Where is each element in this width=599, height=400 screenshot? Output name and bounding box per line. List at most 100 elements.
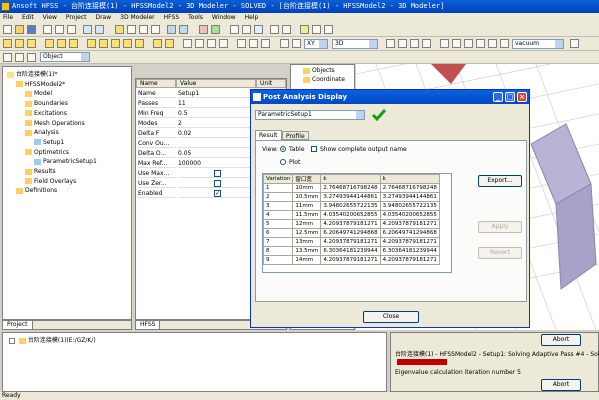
- select-face-icon[interactable]: [27, 53, 36, 62]
- open-icon[interactable]: [15, 25, 24, 34]
- abort-button[interactable]: Abort: [541, 379, 581, 391]
- tree-coordinate[interactable]: Coordinate: [303, 75, 345, 84]
- dimension-combo[interactable]: 3D: [332, 39, 378, 49]
- menu-edit[interactable]: Edit: [22, 13, 34, 23]
- split-icon[interactable]: [219, 39, 228, 48]
- project-tree-item[interactable]: Boundaries: [25, 99, 68, 108]
- undo-icon[interactable]: [83, 25, 92, 34]
- project-tree-item[interactable]: Model: [25, 89, 52, 98]
- show-icon[interactable]: [488, 39, 497, 48]
- abort-button-top[interactable]: Abort: [541, 334, 581, 346]
- project-tree-item[interactable]: Analysis: [25, 128, 59, 137]
- object-combo[interactable]: Object: [40, 52, 90, 62]
- close-icon[interactable]: ×: [517, 92, 527, 102]
- analyze-icon[interactable]: [211, 25, 220, 34]
- validate-icon[interactable]: [199, 25, 208, 34]
- pan-icon[interactable]: [127, 25, 136, 34]
- helix-icon[interactable]: [153, 39, 162, 48]
- project-tree-item[interactable]: Definitions: [16, 186, 57, 195]
- table-row[interactable]: 1 10mm 2.76468716798248 2.76468716798248: [263, 183, 440, 193]
- coordinate-system-icon[interactable]: [237, 39, 246, 48]
- new-icon[interactable]: [3, 25, 12, 34]
- checkmark-icon[interactable]: [371, 108, 387, 122]
- color-icon[interactable]: [500, 39, 509, 48]
- measure-icon[interactable]: [312, 25, 321, 34]
- maximize-icon[interactable]: □: [505, 92, 515, 102]
- property-checkbox[interactable]: [214, 170, 221, 177]
- project-tree-item[interactable]: ParametricSetup1: [34, 157, 97, 166]
- table-row[interactable]: 6 12.5mm 6.20649741294868 6.20649741294868: [263, 228, 440, 238]
- copy-icon[interactable]: [55, 25, 64, 34]
- property-value[interactable]: 11: [178, 99, 254, 108]
- property-value[interactable]: [178, 139, 254, 148]
- select-icon[interactable]: [115, 25, 124, 34]
- property-value[interactable]: 0.02: [178, 129, 254, 138]
- plot-icon[interactable]: [282, 25, 291, 34]
- cut-icon[interactable]: [43, 25, 52, 34]
- show-complete-checkbox[interactable]: [311, 146, 317, 152]
- plane-combo[interactable]: XY: [304, 39, 328, 49]
- rotate-icon[interactable]: [139, 25, 148, 34]
- material-combo[interactable]: vacuum: [512, 39, 564, 49]
- spline-icon[interactable]: [15, 39, 24, 48]
- table-row[interactable]: 9 14mm 4.20937879181271 4.20937879181271: [263, 255, 440, 265]
- wireframe-icon[interactable]: [440, 39, 449, 48]
- table-row[interactable]: 4 11.5mm 4.03540200652855 4.03540200652855: [263, 210, 440, 220]
- sweep-icon[interactable]: [165, 39, 174, 48]
- grid-icon[interactable]: [230, 25, 239, 34]
- menu-project[interactable]: Project: [66, 13, 87, 23]
- tab-hfss[interactable]: HFSS: [136, 321, 161, 329]
- line-icon[interactable]: [3, 39, 12, 48]
- property-value[interactable]: 2: [178, 119, 254, 128]
- view-side-icon[interactable]: [410, 39, 419, 48]
- arc-icon[interactable]: [27, 39, 36, 48]
- snap-icon[interactable]: [242, 25, 251, 34]
- menu-help[interactable]: Help: [245, 13, 259, 23]
- polygon-icon[interactable]: [69, 39, 78, 48]
- select-all-icon[interactable]: [15, 53, 24, 62]
- menu-view[interactable]: View: [43, 13, 57, 23]
- table-row[interactable]: 5 12mm 4.20937879181271 4.20937879181271: [263, 219, 440, 229]
- shaded-icon[interactable]: [452, 39, 461, 48]
- relative-cs-icon[interactable]: [261, 39, 270, 48]
- cylinder-icon[interactable]: [99, 39, 108, 48]
- tab-profile[interactable]: Profile: [282, 131, 309, 140]
- property-value[interactable]: Setup1: [178, 89, 254, 98]
- project-tree-item[interactable]: Excitations: [25, 109, 67, 118]
- view-top-icon[interactable]: [398, 39, 407, 48]
- table-row[interactable]: 7 13mm 4.20937879181271 4.20937879181271: [263, 237, 440, 247]
- fit-selected-icon[interactable]: [179, 25, 188, 34]
- property-value[interactable]: 0.5: [178, 109, 254, 118]
- project-tree-item[interactable]: Optimetrics: [25, 148, 69, 157]
- menu-3d-modeler[interactable]: 3D Modeler: [120, 13, 155, 23]
- report-icon[interactable]: [270, 25, 279, 34]
- property-checkbox[interactable]: ✓: [214, 190, 221, 197]
- plot-radio[interactable]: [280, 159, 286, 165]
- tree-objects[interactable]: Objects: [303, 66, 335, 75]
- tab-result[interactable]: Result: [255, 130, 282, 140]
- save-icon[interactable]: [27, 25, 36, 34]
- project-tree-item[interactable]: HFSSModel2*: [16, 80, 65, 89]
- rectangle-icon[interactable]: [45, 39, 54, 48]
- property-value[interactable]: 100000: [178, 159, 254, 168]
- fit-all-icon[interactable]: [167, 25, 176, 34]
- menu-window[interactable]: Window: [212, 13, 236, 23]
- project-tree-item[interactable]: Mesh Operations: [25, 119, 85, 128]
- box-icon[interactable]: [87, 39, 96, 48]
- cone-icon[interactable]: [123, 39, 132, 48]
- paste-icon[interactable]: [67, 25, 76, 34]
- intersect-icon[interactable]: [207, 39, 216, 48]
- torus-icon[interactable]: [135, 39, 144, 48]
- material-icon[interactable]: [300, 25, 309, 34]
- transparency-icon[interactable]: [464, 39, 473, 48]
- table-radio[interactable]: [280, 146, 286, 152]
- project-tree-item[interactable]: 台阶连接模(1)*: [7, 70, 58, 79]
- revert-button[interactable]: Revert: [478, 247, 522, 259]
- apply-button[interactable]: Apply: [478, 221, 522, 233]
- boolean-icon[interactable]: [324, 25, 333, 34]
- field-icon[interactable]: [254, 25, 263, 34]
- hide-icon[interactable]: [476, 39, 485, 48]
- circle-icon[interactable]: [57, 39, 66, 48]
- project-tree-item[interactable]: Field Overlays: [25, 177, 76, 186]
- menu-hfss[interactable]: HFSS: [164, 13, 179, 23]
